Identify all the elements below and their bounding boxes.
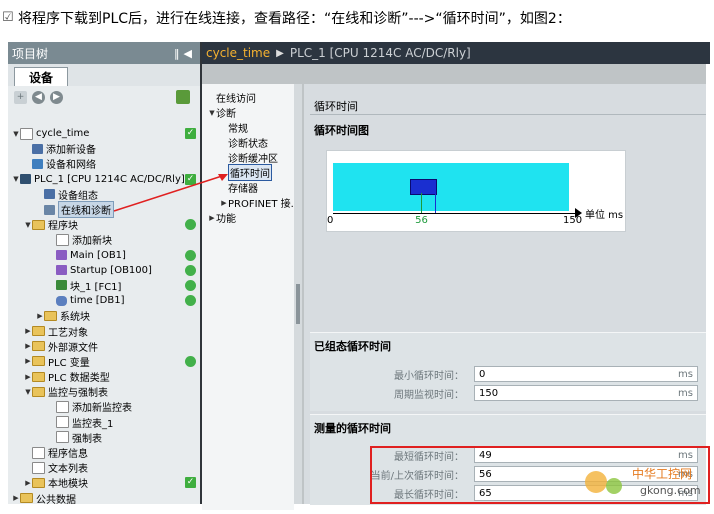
annotation-arrow — [113, 174, 228, 212]
arrow-line — [113, 175, 223, 212]
